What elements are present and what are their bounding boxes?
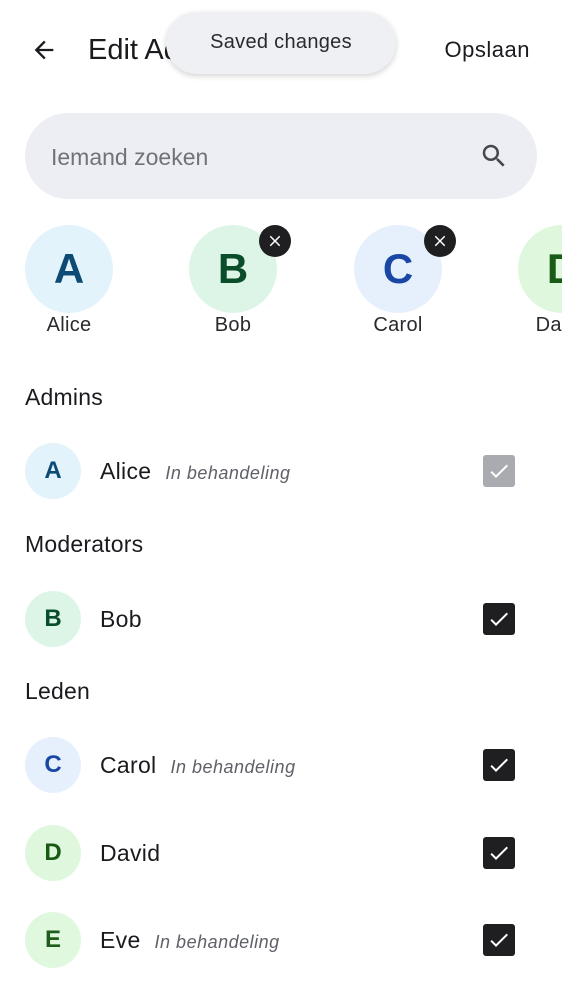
member-row[interactable]: E Eve In behandeling <box>0 906 562 976</box>
member-name-wrap: Alice In behandeling <box>100 437 290 507</box>
avatar: A <box>25 225 113 313</box>
save-button[interactable]: Opslaan <box>445 30 530 70</box>
member-name-wrap: Bob <box>100 585 142 653</box>
search-icon[interactable] <box>479 141 509 171</box>
check-icon <box>490 758 508 772</box>
search-input[interactable] <box>49 113 473 201</box>
avatar: D <box>518 225 562 313</box>
section-header-leden: Leden <box>25 678 90 704</box>
avatar: A <box>25 443 81 499</box>
member-name: David <box>100 840 161 866</box>
selected-chip[interactable]: A Alice <box>19 224 119 344</box>
section-header-admins: Admins <box>25 384 103 410</box>
status-label: In behandeling <box>154 932 280 952</box>
section-header-moderators: Moderators <box>25 531 144 557</box>
member-name-wrap: Carol In behandeling <box>100 731 296 801</box>
selected-chip[interactable]: D David <box>512 224 562 344</box>
chip-name: Alice <box>46 314 92 336</box>
member-checkbox[interactable] <box>483 749 515 781</box>
avatar: E <box>25 912 81 968</box>
top-app-bar: Edit Admins Opslaan Saved changes <box>0 0 562 100</box>
search-bar[interactable] <box>25 113 537 201</box>
member-name: Alice <box>100 458 152 484</box>
member-name-wrap: David <box>100 819 160 887</box>
member-row[interactable]: A Alice In behandeling <box>0 437 562 507</box>
member-checkbox[interactable] <box>483 837 515 869</box>
member-name: Bob <box>100 606 142 632</box>
check-icon <box>490 464 508 478</box>
app-screen: Edit Admins Opslaan Saved changes A Alic… <box>0 0 562 1000</box>
snackbar-toast: Saved changes <box>166 12 396 74</box>
member-checkbox[interactable] <box>483 924 515 956</box>
remove-chip-button[interactable] <box>259 225 291 257</box>
selected-users-row: A Alice B Bob C Carol D David <box>0 224 562 354</box>
chip-name: David <box>535 314 562 336</box>
status-label: In behandeling <box>170 757 296 777</box>
avatar: C <box>25 737 81 793</box>
member-row[interactable]: B Bob <box>0 585 562 655</box>
avatar: D <box>25 825 81 881</box>
member-name: Eve <box>100 927 141 953</box>
selected-chip[interactable]: C Carol <box>348 224 456 344</box>
member-checkbox[interactable] <box>483 455 515 487</box>
check-icon <box>490 846 508 860</box>
remove-chip-button[interactable] <box>424 225 456 257</box>
back-button[interactable] <box>24 30 64 70</box>
check-icon <box>490 933 508 947</box>
member-name: Carol <box>100 752 157 778</box>
member-row[interactable]: C Carol In behandeling <box>0 731 562 801</box>
avatar: B <box>25 591 81 647</box>
close-icon <box>434 235 446 247</box>
chip-name: Bob <box>214 314 252 336</box>
member-row[interactable]: D David <box>0 819 562 889</box>
status-label: In behandeling <box>165 463 291 483</box>
chip-name: Carol <box>373 314 423 336</box>
close-icon <box>269 235 281 247</box>
arrow-back-icon <box>34 40 54 60</box>
member-name-wrap: Eve In behandeling <box>100 906 280 976</box>
member-checkbox[interactable] <box>483 603 515 635</box>
selected-chip[interactable]: B Bob <box>183 224 291 344</box>
check-icon <box>490 612 508 626</box>
